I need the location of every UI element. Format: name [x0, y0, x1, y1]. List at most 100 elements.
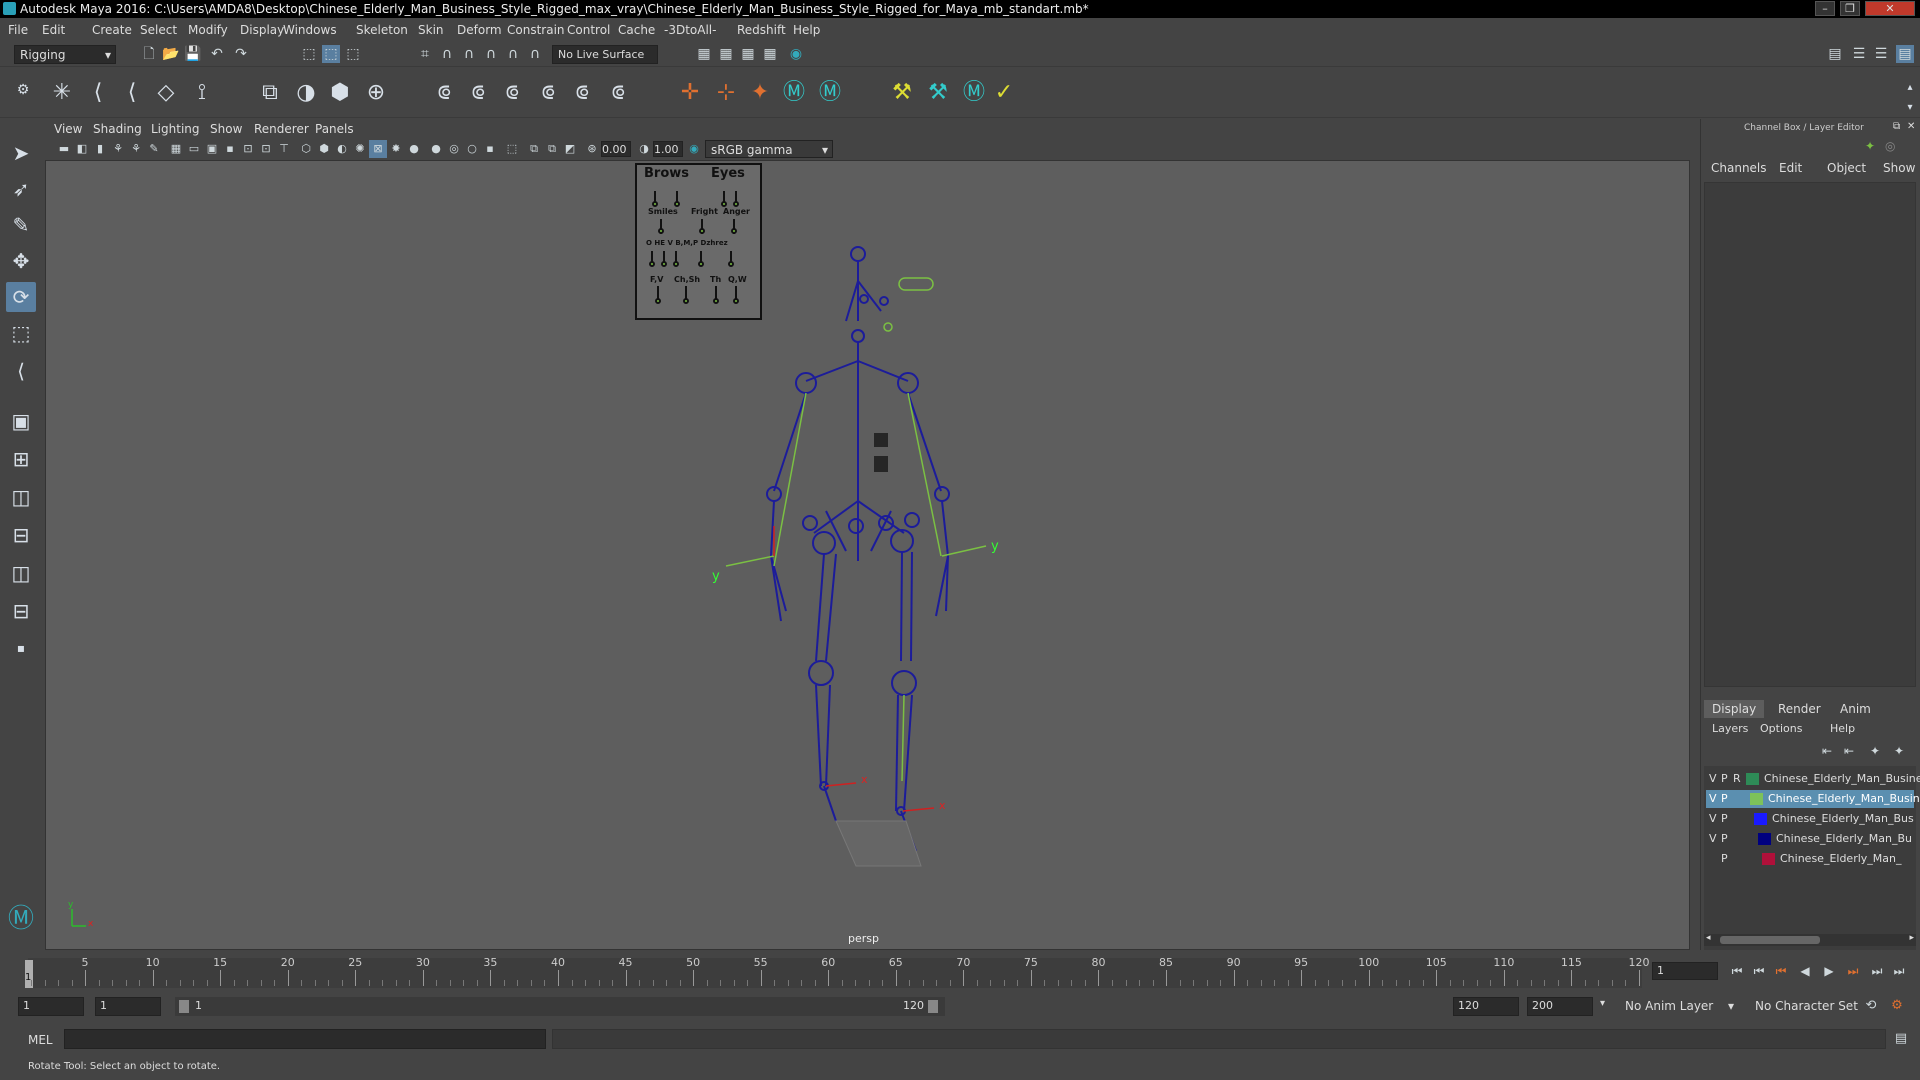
layer-color-swatch[interactable] — [1750, 793, 1763, 805]
image-plane-icon[interactable]: ⚘ — [109, 140, 127, 158]
paint-weights-icon[interactable]: ⟃ — [534, 79, 562, 107]
animation-start-field[interactable]: 1 — [18, 997, 84, 1016]
motion-blur-icon[interactable]: ◎ — [445, 140, 463, 158]
joint-tool-icon[interactable]: ✳ — [48, 79, 76, 107]
xray-active-icon[interactable]: ⧉ — [543, 140, 561, 158]
snap-curve-icon[interactable]: ∩ — [438, 45, 456, 63]
safe-action-icon[interactable]: ⊡ — [257, 140, 275, 158]
layer-playback-toggle[interactable]: P — [1721, 790, 1728, 808]
safe-title-icon[interactable]: ⊤ — [275, 140, 293, 158]
channel-icon[interactable]: ✦ — [1865, 139, 1875, 153]
layer-color-swatch[interactable] — [1754, 813, 1767, 825]
layer-row[interactable]: P Chinese_Elderly_Man_ — [1706, 850, 1914, 868]
xray-joints-icon[interactable]: ⊠ — [369, 140, 387, 158]
minimize-button[interactable]: – — [1815, 1, 1835, 16]
gamma-icon[interactable]: ◑ — [635, 140, 653, 158]
locator-icon[interactable]: ✛ — [676, 79, 704, 107]
outliner-layout-icon[interactable]: ⊟ — [6, 596, 36, 626]
step-back-icon[interactable]: ⏮ — [1750, 962, 1768, 980]
snap-point-icon[interactable]: ∩ — [460, 45, 478, 63]
lights-icon[interactable]: ✸ — [387, 140, 405, 158]
channel-menu-channels[interactable]: Channels — [1711, 161, 1767, 175]
shadows-icon[interactable]: ● — [405, 140, 423, 158]
grease-pencil-icon[interactable]: ✎ — [145, 140, 163, 158]
menu-help[interactable]: Help — [793, 23, 820, 37]
auto-key-icon[interactable]: ⟲ — [1862, 997, 1880, 1015]
tab-render[interactable]: Render — [1770, 700, 1829, 718]
menu-edit[interactable]: Edit — [42, 23, 65, 37]
menu-create[interactable]: Create — [92, 23, 132, 37]
save-scene-icon[interactable]: 💾 — [184, 45, 202, 63]
select-hierarchy-icon[interactable]: ⬚ — [300, 45, 318, 63]
maya-home-icon[interactable]: Ⓜ — [6, 904, 36, 934]
channel-box-toggle-icon[interactable]: ▤ — [1896, 45, 1914, 63]
menu-3dtoall[interactable]: -3DtoAll- — [664, 23, 716, 37]
hypershade-layout-icon[interactable]: ◫ — [6, 558, 36, 588]
hik-source-icon[interactable]: Ⓜ — [960, 79, 988, 107]
playback-start-field[interactable]: 1 — [95, 997, 161, 1016]
textured-icon[interactable]: ✺ — [351, 140, 369, 158]
color-management-icon[interactable]: ◉ — [685, 140, 703, 158]
bind-skin-icon[interactable]: ⟃ — [430, 79, 458, 107]
range-end-handle[interactable] — [928, 1000, 938, 1013]
layer-visibility-toggle[interactable]: V — [1709, 790, 1717, 808]
new-scene-icon[interactable]: 🗋 — [140, 45, 158, 63]
range-slider-track[interactable]: 1 120 — [175, 997, 945, 1016]
viewport-menu-view[interactable]: View — [54, 122, 82, 136]
layer-name[interactable]: Chinese_Elderly_Man_Busine — [1764, 770, 1920, 788]
new-layer-icon[interactable]: ✦ — [1890, 742, 1908, 760]
select-object-icon[interactable]: ⬚ — [322, 45, 340, 63]
menu-file[interactable]: File — [8, 23, 28, 37]
viewport-menu-show[interactable]: Show — [210, 122, 242, 136]
select-tool-icon[interactable]: ➤ — [6, 138, 36, 168]
scale-tool-icon[interactable]: ⬚ — [6, 318, 36, 348]
persp-outliner-icon[interactable]: ◫ — [6, 482, 36, 512]
close-button[interactable]: ✕ — [1865, 1, 1915, 16]
channel-list[interactable] — [1704, 182, 1916, 687]
xray-icon[interactable]: ⧉ — [525, 140, 543, 158]
isolate-select-icon[interactable]: ⬚ — [503, 140, 521, 158]
tab-anim[interactable]: Anim — [1832, 700, 1879, 718]
layer-visibility-toggle[interactable]: V — [1709, 770, 1717, 788]
blend-shape-icon[interactable]: ⚒ — [888, 79, 916, 107]
anti-aliasing-icon[interactable]: ○ — [463, 140, 481, 158]
move-layer-up-icon[interactable]: ⇤ — [1818, 742, 1836, 760]
modeling-toolkit-icon[interactable]: ▤ — [1826, 45, 1844, 63]
chevron-down-icon[interactable]: ▾ — [1600, 998, 1605, 1009]
exposure-field[interactable]: 0.00 — [601, 141, 631, 157]
animation-end-field[interactable]: 200 — [1527, 997, 1593, 1016]
viewport-menu-renderer[interactable]: Renderer — [254, 122, 309, 136]
layer-row[interactable]: V P R Chinese_Elderly_Man_Busine — [1706, 770, 1920, 788]
ik-handle-icon[interactable]: ⟟ — [188, 79, 216, 107]
undo-icon[interactable]: ↶ — [208, 45, 226, 63]
cluster-icon[interactable]: ⧉ — [256, 79, 284, 107]
open-scene-icon[interactable]: 📂 — [162, 45, 180, 63]
move-tool-icon[interactable]: ✥ — [6, 246, 36, 276]
menu-modify[interactable]: Modify — [188, 23, 228, 37]
render-frame-icon[interactable]: ▦ — [695, 45, 713, 63]
hik-character-icon[interactable]: Ⓜ — [816, 79, 844, 107]
step-forward-key-icon[interactable]: ⏭ — [1844, 962, 1862, 980]
layer-row[interactable]: V P Chinese_Elderly_Man_Busine — [1706, 790, 1920, 808]
camera-attributes-icon[interactable]: ◧ — [73, 140, 91, 158]
gate-mask-icon[interactable]: ▪ — [221, 140, 239, 158]
single-perspective-icon[interactable]: ▣ — [6, 406, 36, 436]
scroll-right-icon[interactable]: ▸ — [1909, 933, 1914, 943]
lattice-icon[interactable]: ⬢ — [326, 79, 354, 107]
shelf-scroll-down-icon[interactable]: ▾ — [1896, 94, 1920, 122]
checkmark-icon[interactable]: ✓ — [990, 79, 1018, 107]
control-box[interactable] — [874, 456, 888, 472]
command-input[interactable] — [64, 1029, 546, 1049]
sculpt-icon[interactable]: ◑ — [292, 79, 320, 107]
snap-live-icon[interactable]: ∩ — [526, 45, 544, 63]
viewport-menu-lighting[interactable]: Lighting — [151, 122, 200, 136]
channel-menu-edit[interactable]: Edit — [1779, 161, 1802, 175]
layer-playback-toggle[interactable]: P — [1721, 830, 1728, 848]
layer-row[interactable]: V P Chinese_Elderly_Man_Bus — [1706, 810, 1914, 828]
layer-name[interactable]: Chinese_Elderly_Man_Bus — [1772, 810, 1914, 828]
snap-grid-icon[interactable]: ⌗ — [416, 45, 434, 63]
attribute-editor-icon[interactable]: ☰ — [1850, 45, 1868, 63]
float-panel-icon[interactable]: ⧉ — [1893, 121, 1900, 132]
layer-playback-toggle[interactable]: P — [1721, 850, 1728, 868]
command-language-label[interactable]: MEL — [28, 1033, 53, 1047]
